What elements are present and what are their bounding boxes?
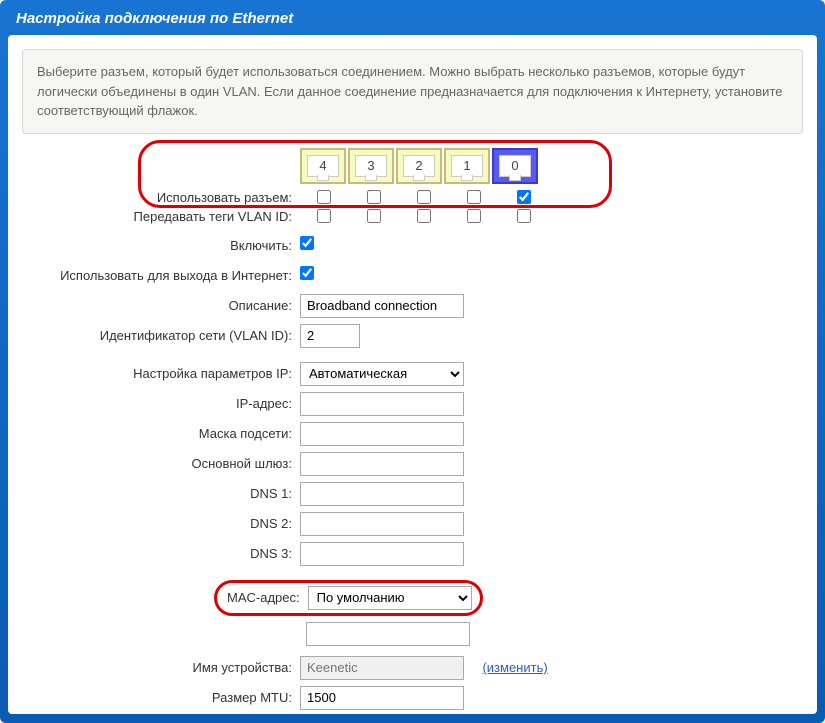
description-input[interactable] xyxy=(300,294,464,318)
use-port-checkbox-2[interactable] xyxy=(417,190,431,204)
use-port-checkbox-4[interactable] xyxy=(317,190,331,204)
ip-config-label: Настройка параметров IP: xyxy=(22,366,300,381)
dns2-input[interactable] xyxy=(300,512,464,536)
mac-select[interactable]: По умолчанию xyxy=(308,586,472,610)
vlan-tag-checkbox-3[interactable] xyxy=(367,209,381,223)
port-3[interactable]: 3 xyxy=(348,148,394,184)
vlan-tag-checks xyxy=(300,209,548,223)
use-internet-checkbox[interactable] xyxy=(300,266,314,280)
dns3-label: DNS 3: xyxy=(22,546,300,561)
mac-extra-input[interactable] xyxy=(306,622,470,646)
enable-label: Включить: xyxy=(22,238,300,253)
vlan-id-label: Идентификатор сети (VLAN ID): xyxy=(22,328,300,343)
port-list: 43210 xyxy=(300,148,538,184)
info-box: Выберите разъем, который будет использов… xyxy=(22,49,803,134)
port-label: 3 xyxy=(355,155,387,177)
dns3-input[interactable] xyxy=(300,542,464,566)
vlan-tag-checkbox-0[interactable] xyxy=(517,209,531,223)
dns1-label: DNS 1: xyxy=(22,486,300,501)
device-name-label: Имя устройства: xyxy=(22,660,300,675)
ip-address-input[interactable] xyxy=(300,392,464,416)
dns2-label: DNS 2: xyxy=(22,516,300,531)
description-label: Описание: xyxy=(22,298,300,313)
port-0[interactable]: 0 xyxy=(492,148,538,184)
vlan-tag-checkbox-1[interactable] xyxy=(467,209,481,223)
use-port-checkbox-3[interactable] xyxy=(367,190,381,204)
subnet-input[interactable] xyxy=(300,422,464,446)
port-label: 4 xyxy=(307,155,339,177)
mac-label: MAC-адрес: xyxy=(223,590,308,605)
gateway-label: Основной шлюз: xyxy=(22,456,300,471)
use-internet-label: Использовать для выхода в Интернет: xyxy=(22,268,300,283)
vlan-tag-checkbox-2[interactable] xyxy=(417,209,431,223)
ip-config-select[interactable]: Автоматическая xyxy=(300,362,464,386)
vlan-tag-checkbox-4[interactable] xyxy=(317,209,331,223)
vlan-tag-label: Передавать теги VLAN ID: xyxy=(22,209,300,224)
use-port-checkbox-0[interactable] xyxy=(517,190,531,204)
port-label: 2 xyxy=(403,155,435,177)
window-title: Настройка подключения по Ethernet xyxy=(0,0,825,35)
enable-checkbox[interactable] xyxy=(300,236,314,250)
use-port-checkbox-1[interactable] xyxy=(467,190,481,204)
port-4[interactable]: 4 xyxy=(300,148,346,184)
use-port-label: Использовать разъем: xyxy=(22,190,300,205)
dns1-input[interactable] xyxy=(300,482,464,506)
port-label: 0 xyxy=(499,155,531,177)
vlan-id-input[interactable] xyxy=(300,324,360,348)
content-area: Выберите разъем, который будет использов… xyxy=(8,35,817,714)
port-1[interactable]: 1 xyxy=(444,148,490,184)
mtu-input[interactable] xyxy=(300,686,464,710)
mac-highlight-icon: MAC-адрес: По умолчанию xyxy=(214,580,483,616)
ip-address-label: IP-адрес: xyxy=(22,396,300,411)
mtu-label: Размер MTU: xyxy=(22,690,300,705)
port-selector-area: 43210 Использовать разъем: xyxy=(22,148,803,205)
use-port-checks xyxy=(300,190,548,204)
subnet-label: Маска подсети: xyxy=(22,426,300,441)
device-name-input xyxy=(300,656,464,680)
gateway-input[interactable] xyxy=(300,452,464,476)
ethernet-config-window: Настройка подключения по Ethernet Выбери… xyxy=(0,0,825,723)
port-label: 1 xyxy=(451,155,483,177)
port-2[interactable]: 2 xyxy=(396,148,442,184)
change-device-name-link[interactable]: (изменить) xyxy=(482,660,547,675)
